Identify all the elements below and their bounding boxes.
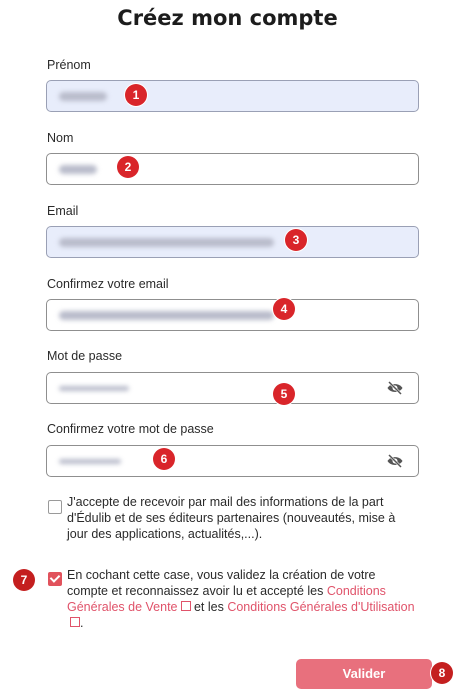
terms-text: En cochant cette case, vous validez la c… <box>67 567 419 631</box>
password-field[interactable] <box>46 372 419 404</box>
page-title: Créez mon compte <box>117 6 338 30</box>
terms-text-after: . <box>80 616 84 630</box>
first-name-label: Prénom <box>47 58 91 72</box>
eye-slash-icon[interactable] <box>386 454 404 468</box>
redacted-value <box>59 165 97 174</box>
redacted-value <box>59 459 121 464</box>
redacted-value <box>59 386 129 391</box>
confirm-password-field[interactable] <box>46 445 419 477</box>
password-label: Mot de passe <box>47 349 123 363</box>
eye-slash-icon[interactable] <box>386 381 404 395</box>
email-field[interactable] <box>46 226 419 258</box>
confirm-email-field[interactable] <box>46 299 419 331</box>
last-name-field[interactable] <box>46 153 419 185</box>
newsletter-checkbox[interactable] <box>48 500 62 514</box>
annotation-badge: 5 <box>273 383 295 405</box>
confirm-password-label: Confirmez votre mot de passe <box>47 422 214 436</box>
terms-checkbox[interactable] <box>48 572 62 586</box>
external-link-icon[interactable] <box>180 601 191 611</box>
submit-button[interactable]: Valider <box>296 659 432 689</box>
cgu-link[interactable]: Conditions Générales d'Utilisation <box>227 600 414 614</box>
annotation-badge: 3 <box>285 229 307 251</box>
redacted-value <box>59 238 274 247</box>
first-name-field[interactable] <box>46 80 419 112</box>
external-link-icon[interactable] <box>70 617 80 627</box>
last-name-label: Nom <box>47 131 74 145</box>
redacted-value <box>59 92 107 101</box>
annotation-badge: 6 <box>153 448 175 470</box>
terms-text-between: et les <box>190 600 228 614</box>
annotation-badge: 1 <box>125 84 147 106</box>
annotation-badge: 8 <box>431 662 453 684</box>
email-label: Email <box>47 204 79 218</box>
annotation-badge: 4 <box>273 298 295 320</box>
confirm-email-label: Confirmez votre email <box>47 277 169 291</box>
redacted-value <box>59 311 274 320</box>
annotation-badge: 2 <box>117 156 139 178</box>
newsletter-text: J'accepte de recevoir par mail des infor… <box>67 495 396 541</box>
annotation-badge: 7 <box>13 569 35 591</box>
